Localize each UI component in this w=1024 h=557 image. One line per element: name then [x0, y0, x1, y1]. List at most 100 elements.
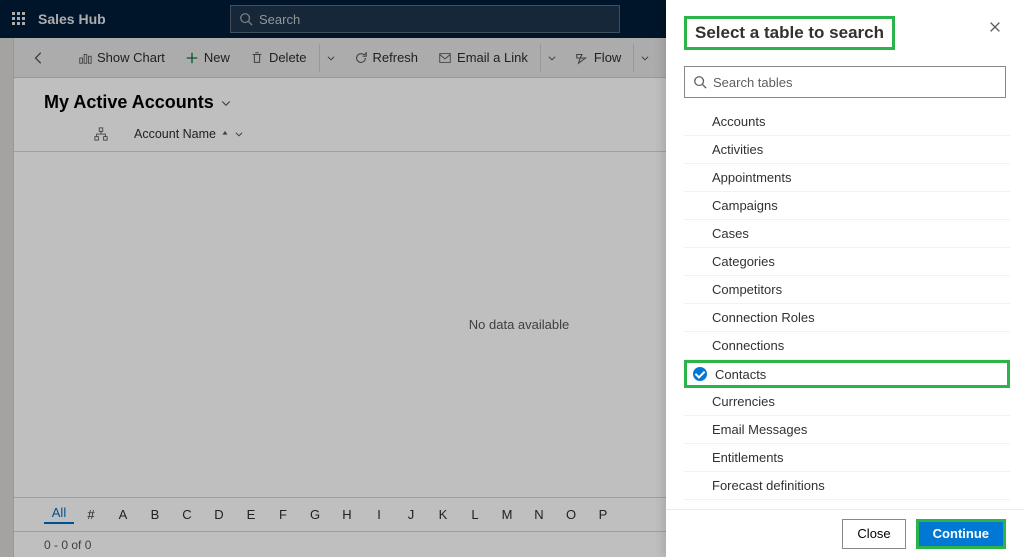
table-option-label: Activities	[712, 142, 763, 157]
alpha-M[interactable]: M	[492, 507, 522, 522]
back-button[interactable]	[24, 42, 54, 74]
alpha-C[interactable]: C	[172, 507, 202, 522]
table-option-label: Appointments	[712, 170, 792, 185]
delete-button[interactable]: Delete	[242, 42, 315, 74]
show-chart-label: Show Chart	[97, 50, 165, 65]
table-option-label: Accounts	[712, 114, 765, 129]
empty-state-text: No data available	[469, 317, 569, 332]
close-panel-button[interactable]	[984, 16, 1006, 43]
table-search-input[interactable]: Search tables	[684, 66, 1006, 98]
table-option-label: Campaigns	[712, 198, 778, 213]
table-option-label: Contacts	[715, 367, 766, 382]
alpha-O[interactable]: O	[556, 507, 586, 522]
table-option-label: Cases	[712, 226, 749, 241]
new-button[interactable]: New	[177, 42, 238, 74]
email-link-button[interactable]: Email a Link	[430, 42, 536, 74]
table-option-label: Categories	[712, 254, 775, 269]
alpha-L[interactable]: L	[460, 507, 490, 522]
trash-icon	[250, 51, 264, 65]
alpha-A[interactable]: A	[108, 507, 138, 522]
new-label: New	[204, 50, 230, 65]
table-option-activities[interactable]: Activities	[684, 136, 1010, 164]
sort-up-icon	[220, 129, 230, 139]
record-count: 0 - 0 of 0	[44, 538, 91, 552]
table-option-cases[interactable]: Cases	[684, 220, 1010, 248]
global-search-input[interactable]: Search	[230, 5, 620, 33]
email-link-label: Email a Link	[457, 50, 528, 65]
alpha-E[interactable]: E	[236, 507, 266, 522]
table-option--[interactable]: -	[684, 500, 1010, 509]
alpha-D[interactable]: D	[204, 507, 234, 522]
continue-button-label: Continue	[933, 526, 989, 541]
view-title-dropdown[interactable]: My Active Accounts	[44, 92, 232, 113]
table-list[interactable]: Accounts Activities Appointments Campaigns C…	[684, 108, 1016, 509]
alpha-B[interactable]: B	[140, 507, 170, 522]
table-option-appointments[interactable]: Appointments	[684, 164, 1010, 192]
table-option-connection-roles[interactable]: Connection Roles	[684, 304, 1010, 332]
close-button-label: Close	[857, 526, 890, 541]
alpha-J[interactable]: J	[396, 507, 426, 522]
column-account-name[interactable]: Account Name	[134, 127, 724, 141]
panel-footer: Close Continue	[666, 509, 1024, 557]
left-rail	[0, 38, 14, 557]
chevron-down-icon	[326, 53, 336, 63]
email-link-split-chevron[interactable]	[540, 44, 563, 72]
alpha-I[interactable]: I	[364, 507, 394, 522]
alpha-P[interactable]: P	[588, 507, 618, 522]
delete-split-chevron[interactable]	[319, 44, 342, 72]
alpha-G[interactable]: G	[300, 507, 330, 522]
table-option-label: Connections	[712, 338, 784, 353]
alpha-N[interactable]: N	[524, 507, 554, 522]
search-icon	[693, 75, 707, 89]
table-option-competitors[interactable]: Competitors	[684, 276, 1010, 304]
alpha-H[interactable]: H	[332, 507, 362, 522]
table-option-campaigns[interactable]: Campaigns	[684, 192, 1010, 220]
flow-label: Flow	[594, 50, 621, 65]
table-option-connections[interactable]: Connections	[684, 332, 1010, 360]
mail-icon	[438, 51, 452, 65]
table-option-categories[interactable]: Categories	[684, 248, 1010, 276]
search-placeholder: Search	[259, 12, 300, 27]
lookup-panel: Select a table to search Search tables A…	[666, 0, 1024, 557]
table-option-contacts[interactable]: Contacts	[684, 360, 1010, 388]
close-icon	[988, 20, 1002, 34]
continue-button[interactable]: Continue	[916, 519, 1006, 549]
flow-split-chevron[interactable]	[633, 44, 656, 72]
view-title-text: My Active Accounts	[44, 92, 214, 113]
chevron-down-icon	[220, 97, 232, 109]
flow-button[interactable]: Flow	[567, 42, 629, 74]
alpha-#[interactable]: #	[76, 507, 106, 522]
close-button[interactable]: Close	[842, 519, 905, 549]
table-option-label: Forecast definitions	[712, 478, 825, 493]
check-icon	[693, 367, 707, 381]
refresh-icon	[354, 51, 368, 65]
table-option-email-messages[interactable]: Email Messages	[684, 416, 1010, 444]
app-launcher-icon[interactable]	[12, 12, 26, 26]
search-icon	[239, 12, 253, 26]
hierarchy-column[interactable]	[94, 127, 114, 141]
alpha-K[interactable]: K	[428, 507, 458, 522]
app-title: Sales Hub	[38, 11, 106, 27]
table-option-accounts[interactable]: Accounts	[684, 108, 1010, 136]
alpha-all[interactable]: All	[44, 505, 74, 524]
flow-icon	[575, 51, 589, 65]
table-option-label: Entitlements	[712, 450, 784, 465]
hierarchy-icon	[94, 127, 108, 141]
chevron-down-icon	[234, 129, 244, 139]
refresh-button[interactable]: Refresh	[346, 42, 427, 74]
show-chart-button[interactable]: Show Chart	[70, 42, 173, 74]
chevron-down-icon	[640, 53, 650, 63]
table-option-forecast-definitions[interactable]: Forecast definitions	[684, 472, 1010, 500]
delete-label: Delete	[269, 50, 307, 65]
table-option-currencies[interactable]: Currencies	[684, 388, 1010, 416]
alpha-F[interactable]: F	[268, 507, 298, 522]
table-option-label: Competitors	[712, 282, 782, 297]
table-option-label: Currencies	[712, 394, 775, 409]
chevron-down-icon	[547, 53, 557, 63]
column-account-name-label: Account Name	[134, 127, 216, 141]
table-option-label: Connection Roles	[712, 310, 815, 325]
table-search-placeholder: Search tables	[713, 75, 793, 90]
table-option-entitlements[interactable]: Entitlements	[684, 444, 1010, 472]
panel-title: Select a table to search	[684, 16, 895, 50]
back-arrow-icon	[32, 51, 46, 65]
